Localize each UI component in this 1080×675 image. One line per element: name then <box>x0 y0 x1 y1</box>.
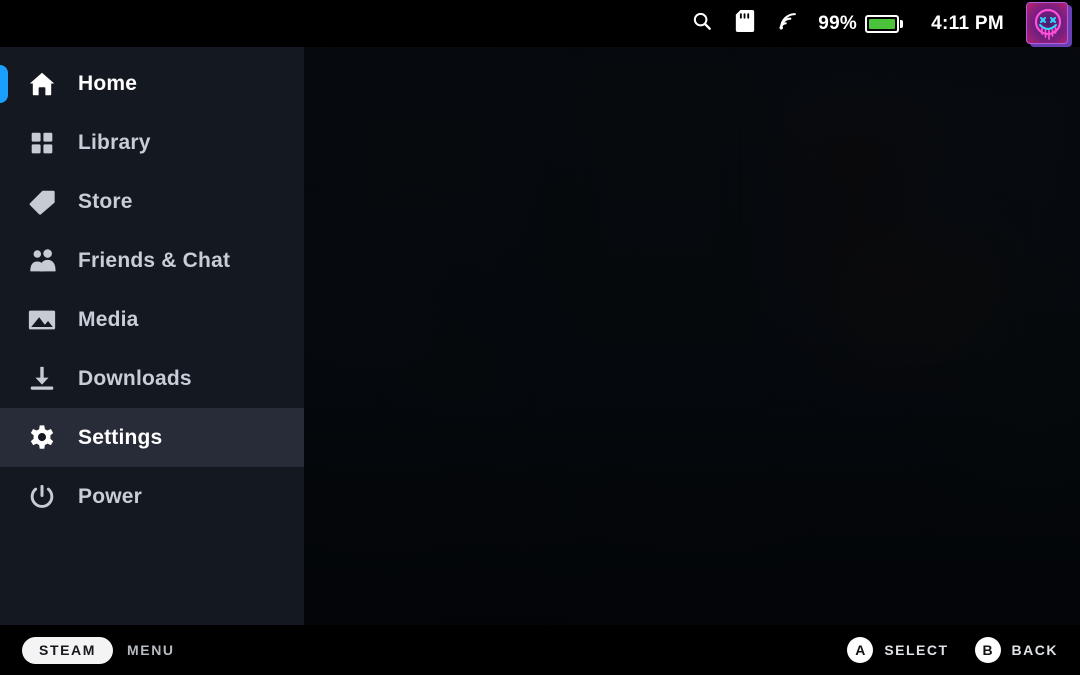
sidebar-item-label: Media <box>78 307 139 331</box>
bottom-hint-bar: STEAM MENU A SELECT B BACK <box>0 625 1080 675</box>
battery-icon <box>865 14 904 33</box>
sidebar-item-label: Home <box>78 71 138 95</box>
sd-card-icon <box>735 10 755 37</box>
steam-deck-screen: FORESTHot Zone24& REWARDS <box>0 0 1080 675</box>
people-icon <box>26 245 58 277</box>
steam-quick-access-sidebar: Home Library Store Friends & Chat Media Downl… <box>0 47 304 625</box>
focus-indicator <box>0 65 8 103</box>
download-icon <box>26 363 58 395</box>
sd-card-status[interactable] <box>724 0 766 47</box>
sidebar-item-label: Power <box>78 484 143 508</box>
wifi-icon <box>776 10 800 37</box>
hint-label: BACK <box>1011 642 1058 658</box>
hint-back[interactable]: B BACK <box>974 637 1058 663</box>
search-icon <box>691 10 713 37</box>
sidebar-item-home[interactable]: Home <box>0 54 304 113</box>
gamepad-button-b-icon: B <box>974 637 1001 663</box>
sidebar-item-label: Friends & Chat <box>78 248 231 272</box>
hint-label: SELECT <box>884 642 949 658</box>
sidebar-item-friends[interactable]: Friends & Chat <box>0 231 304 290</box>
sidebar-item-label: Downloads <box>78 366 192 390</box>
tag-icon <box>26 186 58 218</box>
sidebar-item-library[interactable]: Library <box>0 113 304 172</box>
gear-icon <box>26 422 58 454</box>
power-icon <box>26 481 58 513</box>
sidebar-item-store[interactable]: Store <box>0 172 304 231</box>
avatar-image <box>1026 1 1068 44</box>
search-button[interactable] <box>680 0 724 47</box>
home-icon <box>26 68 58 100</box>
steam-button-hint[interactable]: STEAM <box>22 636 113 664</box>
sidebar-item-settings[interactable]: Settings <box>0 408 304 467</box>
top-status-bar: 99% 4:11 PM <box>0 0 1080 47</box>
sidebar-item-label: Settings <box>78 425 163 449</box>
sidebar-item-media[interactable]: Media <box>0 290 304 349</box>
button-hints: A SELECT B BACK <box>847 637 1058 663</box>
clock-label: 4:11 PM <box>931 12 1004 34</box>
grid-icon <box>26 127 58 159</box>
battery-percent-label: 99% <box>818 12 858 34</box>
sidebar-item-power[interactable]: Power <box>0 467 304 526</box>
sidebar-item-label: Store <box>78 189 133 213</box>
battery-status[interactable]: 99% <box>818 12 904 35</box>
hint-select[interactable]: A SELECT <box>847 637 948 663</box>
sidebar-item-label: Library <box>78 130 151 154</box>
menu-label: MENU <box>127 642 175 658</box>
gamepad-button-a-icon: A <box>847 637 874 663</box>
sidebar-item-downloads[interactable]: Downloads <box>0 349 304 408</box>
wifi-status[interactable] <box>766 0 810 47</box>
avatar[interactable] <box>1026 1 1072 47</box>
image-icon <box>26 304 58 336</box>
